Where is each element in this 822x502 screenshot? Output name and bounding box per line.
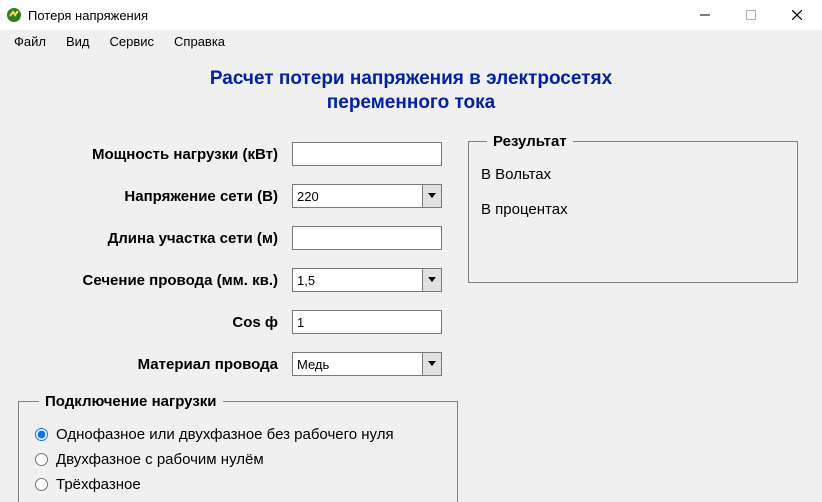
- heading-line1: Расчет потери напряжения в электросетях: [0, 67, 822, 91]
- close-button[interactable]: [774, 0, 820, 30]
- connection-option-2[interactable]: Двухфазное с рабочим нулём: [33, 451, 443, 468]
- length-input[interactable]: [292, 226, 442, 250]
- maximize-button[interactable]: [728, 0, 774, 30]
- title-bar: Потеря напряжения: [0, 0, 822, 30]
- app-icon: [6, 7, 22, 23]
- power-label: Мощность нагрузки (кВт): [18, 146, 292, 163]
- menu-bar: Файл Вид Сервис Справка: [0, 30, 822, 53]
- connection-radio-1[interactable]: [35, 428, 48, 441]
- length-label: Длина участка сети (м): [18, 230, 292, 247]
- result-inner: В Вольтах В процентах: [481, 166, 785, 218]
- app-window: Потеря напряжения Файл Вид Сервис Справк…: [0, 0, 822, 502]
- chevron-down-icon: [422, 269, 441, 291]
- section-combo-value: 1,5: [293, 273, 422, 288]
- menu-service[interactable]: Сервис: [100, 31, 165, 52]
- connection-opt1-label: Однофазное или двухфазное без рабочего н…: [56, 426, 394, 443]
- menu-view[interactable]: Вид: [56, 31, 100, 52]
- heading-line2: переменного тока: [0, 91, 822, 115]
- material-combo-value: Медь: [293, 357, 422, 372]
- connection-legend: Подключение нагрузки: [39, 393, 223, 410]
- connection-option-1[interactable]: Однофазное или двухфазное без рабочего н…: [33, 426, 443, 443]
- connection-option-3[interactable]: Трёхфазное: [33, 476, 443, 493]
- result-legend: Результат: [487, 133, 573, 150]
- window-title: Потеря напряжения: [28, 8, 148, 23]
- connection-radio-2[interactable]: [35, 453, 48, 466]
- page-heading: Расчет потери напряжения в электросетях …: [0, 67, 822, 115]
- cos-input[interactable]: [292, 310, 442, 334]
- section-label: Сечение провода (мм. кв.): [18, 272, 292, 289]
- section-combo[interactable]: 1,5: [292, 268, 442, 292]
- menu-help[interactable]: Справка: [164, 31, 235, 52]
- menu-file[interactable]: Файл: [4, 31, 56, 52]
- connection-opt2-label: Двухфазное с рабочим нулём: [56, 451, 264, 468]
- result-column: Результат В Вольтах В процентах: [468, 133, 798, 502]
- voltage-label: Напряжение сети (В): [18, 188, 292, 205]
- connection-opt3-label: Трёхфазное: [56, 476, 141, 493]
- voltage-combo[interactable]: 220: [292, 184, 442, 208]
- connection-group: Подключение нагрузки Однофазное или двух…: [18, 393, 458, 502]
- power-input[interactable]: [292, 142, 442, 166]
- result-percent: В процентах: [481, 201, 785, 218]
- result-volts: В Вольтах: [481, 166, 785, 183]
- material-label: Материал провода: [18, 356, 292, 373]
- material-combo[interactable]: Медь: [292, 352, 442, 376]
- cos-label: Cos ф: [18, 314, 292, 331]
- minimize-button[interactable]: [682, 0, 728, 30]
- result-group: Результат В Вольтах В процентах: [468, 133, 798, 283]
- voltage-combo-value: 220: [293, 189, 422, 204]
- connection-radio-3[interactable]: [35, 478, 48, 491]
- chevron-down-icon: [422, 353, 441, 375]
- chevron-down-icon: [422, 185, 441, 207]
- content-area: Мощность нагрузки (кВт) Напряжение сети …: [0, 133, 822, 502]
- form-column: Мощность нагрузки (кВт) Напряжение сети …: [18, 133, 458, 502]
